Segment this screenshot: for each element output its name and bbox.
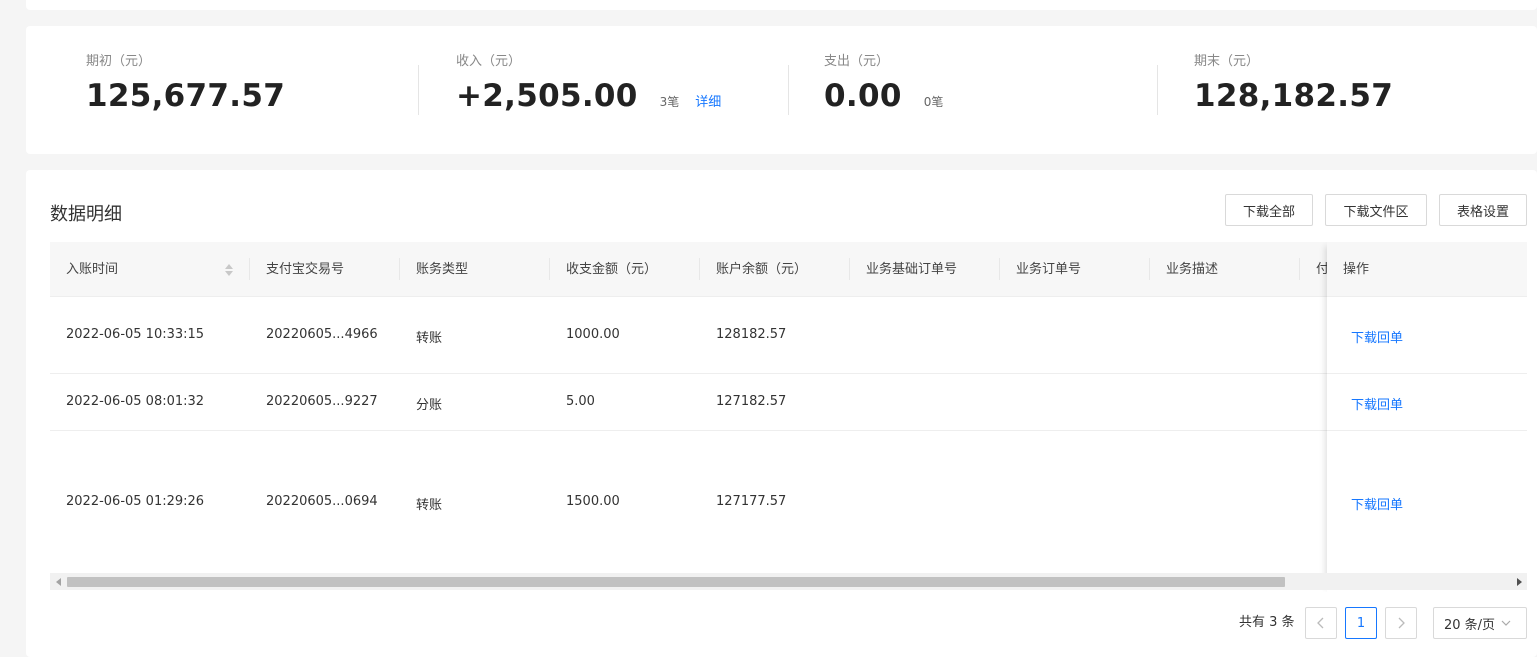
column-separator [1149, 258, 1150, 280]
top-card-edge [26, 0, 1537, 10]
column-header-order: 业务订单号 [1016, 262, 1082, 277]
stat-opening: 期初（元） 125,677.57 [86, 52, 285, 114]
cell-balance: 127182.57 [716, 394, 787, 409]
column-header-trade-no: 支付宝交易号 [266, 262, 345, 277]
cell-type: 转账 [416, 331, 443, 346]
cell-trade-no: 20220605...4966 [266, 327, 378, 342]
page-size-select[interactable]: 20 条/页 [1433, 607, 1527, 639]
detail-card: 数据明细 下载全部 下载文件区 表格设置 入账时间 支付宝交易号 账务类型 收支… [26, 170, 1537, 657]
scrollbar-thumb[interactable] [67, 577, 1285, 587]
stat-income-label: 收入（元） [456, 54, 522, 69]
stat-closing-label: 期末（元） [1194, 54, 1260, 69]
table-row: 2022-06-05 01:29:26 20220605...0694 转账 1… [50, 431, 1527, 573]
income-detail-link[interactable]: 详细 [695, 91, 721, 110]
stat-opening-value: 125,677.57 [86, 78, 286, 114]
column-separator [999, 258, 1000, 280]
summary-card: 期初（元） 125,677.57 收入（元） +2,505.00 3笔 详细 支… [26, 26, 1537, 154]
cell-type: 分账 [416, 398, 443, 413]
column-separator [549, 258, 550, 280]
download-files-button[interactable]: 下载文件区 [1325, 194, 1427, 226]
pagination-total: 共有 3 条 [1239, 615, 1295, 630]
row-divider [1327, 430, 1527, 431]
column-header-action: 操作 [1327, 242, 1527, 297]
next-page-button[interactable] [1385, 607, 1417, 639]
column-separator [849, 258, 850, 280]
stat-expense: 支出（元） 0.00 0笔 [824, 52, 943, 114]
stat-income-value: +2,505.00 [456, 78, 638, 114]
cell-balance: 127177.57 [716, 494, 787, 509]
download-all-button[interactable]: 下载全部 [1225, 194, 1313, 226]
column-header-base-order: 业务基础订单号 [866, 262, 958, 277]
table-row: 2022-06-05 10:33:15 20220605...4966 转账 1… [50, 297, 1527, 374]
column-separator [1299, 258, 1300, 280]
section-title: 数据明细 [50, 204, 122, 225]
stat-opening-label: 期初（元） [86, 54, 152, 69]
data-table: 入账时间 支付宝交易号 账务类型 收支金额（元） 账户余额（元） 业务基础订单号… [50, 242, 1527, 592]
cell-amount: 5.00 [566, 394, 595, 409]
cell-balance: 128182.57 [716, 327, 787, 342]
cell-type: 转账 [416, 498, 443, 513]
cell-time: 2022-06-05 01:29:26 [66, 494, 205, 509]
column-separator [399, 258, 400, 280]
cell-amount: 1500.00 [566, 494, 620, 509]
stat-closing-value: 128,182.57 [1194, 78, 1394, 114]
cell-time: 2022-06-05 10:33:15 [66, 327, 205, 342]
chevron-left-icon [1317, 617, 1324, 629]
table-settings-button[interactable]: 表格设置 [1439, 194, 1527, 226]
fixed-action-column: 操作 下载回单 下载回单 下载回单 [1327, 242, 1527, 592]
table-row: 2022-06-05 08:01:32 20220605...9227 分账 5… [50, 374, 1527, 431]
divider [788, 65, 789, 115]
column-separator [699, 258, 700, 280]
column-header-time[interactable]: 入账时间 [66, 242, 118, 297]
sort-icon[interactable] [224, 263, 234, 277]
divider [1157, 65, 1158, 115]
stat-expense-value: 0.00 [824, 78, 902, 114]
page-size-value: 20 条/页 [1444, 617, 1496, 633]
table-header: 入账时间 支付宝交易号 账务类型 收支金额（元） 账户余额（元） 业务基础订单号… [50, 242, 1527, 297]
cell-trade-no: 20220605...9227 [266, 394, 378, 409]
page-number-button[interactable]: 1 [1345, 607, 1377, 639]
divider [418, 65, 419, 115]
cell-time: 2022-06-05 08:01:32 [66, 394, 205, 409]
horizontal-scrollbar[interactable] [50, 573, 1527, 590]
download-receipt-link[interactable]: 下载回单 [1351, 394, 1403, 413]
column-header-type: 账务类型 [416, 262, 469, 277]
chevron-down-icon [1501, 620, 1511, 626]
row-divider [1327, 373, 1527, 374]
stat-expense-count: 0笔 [923, 95, 944, 109]
column-header-amount: 收支金额（元） [566, 262, 658, 277]
prev-page-button[interactable] [1305, 607, 1337, 639]
stat-closing: 期末（元） 128,182.57 [1194, 52, 1393, 114]
column-separator [249, 258, 250, 280]
stat-income-count: 3笔 [659, 95, 680, 109]
download-receipt-link[interactable]: 下载回单 [1351, 327, 1403, 346]
chevron-right-icon [1398, 617, 1405, 629]
scroll-left-icon[interactable] [50, 573, 67, 590]
column-header-balance: 账户余额（元） [716, 262, 808, 277]
cell-amount: 1000.00 [566, 327, 620, 342]
stat-income: 收入（元） +2,505.00 3笔 详细 [456, 52, 721, 114]
stat-expense-label: 支出（元） [824, 54, 890, 69]
scroll-right-icon[interactable] [1510, 573, 1527, 590]
column-header-description: 业务描述 [1166, 262, 1219, 277]
cell-trade-no: 20220605...0694 [266, 494, 378, 509]
download-receipt-link[interactable]: 下载回单 [1351, 494, 1403, 513]
